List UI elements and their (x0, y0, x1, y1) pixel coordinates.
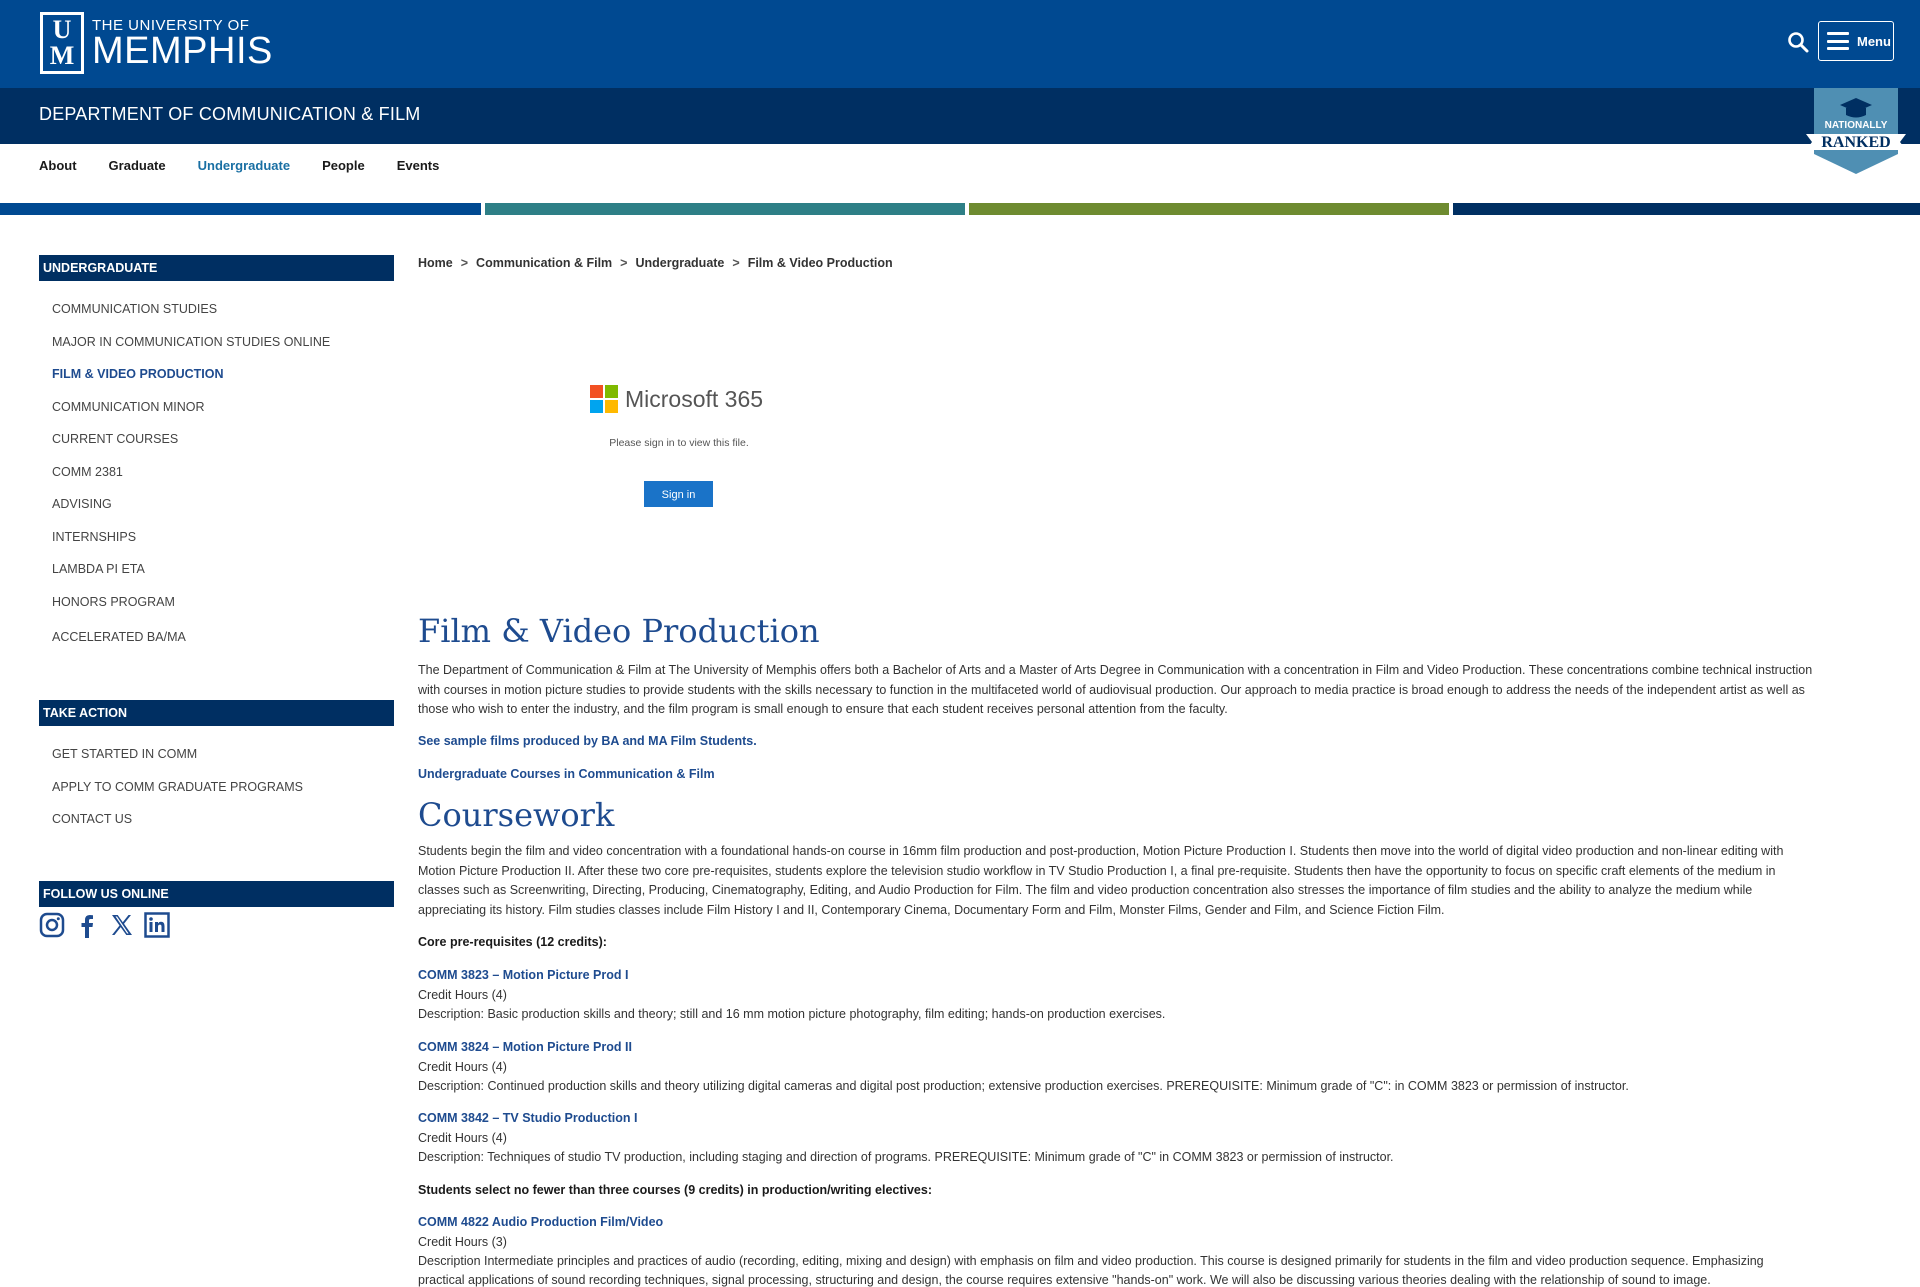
linkedin-icon[interactable] (144, 912, 170, 938)
course-hours: Credit Hours (4) (418, 988, 507, 1002)
department-title[interactable]: DEPARTMENT OF COMMUNICATION & FILM (39, 104, 420, 125)
intro-paragraph: The Department of Communication & Film a… (418, 663, 1813, 717)
course-title-comm-3842[interactable]: COMM 3842 – TV Studio Production I (418, 1111, 637, 1125)
color-bar-navy (1453, 203, 1920, 215)
instagram-icon[interactable] (39, 912, 65, 938)
breadcrumb-communication-film[interactable]: Communication & Film (476, 256, 612, 270)
core-prereq-label: Core pre-requisites (12 credits): (418, 935, 607, 949)
social-links (39, 912, 179, 938)
university-logo[interactable]: UM THE UNIVERSITY OF MEMPHIS (40, 11, 273, 75)
badge-bottom-text: RANKED (1821, 134, 1890, 151)
page-title: Film & Video Production (418, 612, 820, 650)
section-nav: About Graduate Undergraduate People Even… (39, 158, 471, 173)
nationally-ranked-badge: NATIONALLY RANKED (1806, 88, 1906, 174)
color-bar-blue (0, 203, 481, 215)
breadcrumb-home[interactable]: Home (418, 256, 453, 270)
x-twitter-icon[interactable] (109, 912, 135, 938)
logo-big-text: MEMPHIS (92, 30, 273, 72)
top-header: UM THE UNIVERSITY OF MEMPHIS Menu (0, 0, 1920, 88)
search-icon[interactable] (1784, 28, 1812, 56)
signin-message: Please sign in to view this file. (609, 437, 749, 449)
menu-button[interactable]: Menu (1818, 21, 1894, 61)
sidebar-item-film-video-production[interactable]: FILM & VIDEO PRODUCTION (52, 364, 330, 397)
nav-people[interactable]: People (322, 158, 365, 173)
breadcrumb: Home > Communication & Film > Undergraduat… (418, 256, 893, 270)
microsoft-365-logo: Microsoft 365 (590, 385, 763, 413)
sidebar-item-communication-minor[interactable]: COMMUNICATION MINOR (52, 397, 330, 430)
decorative-color-bars (0, 203, 1920, 215)
embedded-document-frame: Microsoft 365 Please sign in to view thi… (418, 370, 938, 530)
breadcrumb-undergraduate[interactable]: Undergraduate (635, 256, 724, 270)
sidebar-item-apply-graduate[interactable]: APPLY TO COMM GRADUATE PROGRAMS (52, 777, 303, 810)
sidebar-take-action-list: GET STARTED IN COMM APPLY TO COMM GRADUA… (52, 744, 303, 842)
course-description-continued: practical applications of sound recordin… (418, 1273, 1711, 1287)
course-description: Description: Techniques of studio TV pro… (418, 1150, 1394, 1164)
sidebar-heading-follow: FOLLOW US ONLINE (39, 881, 394, 907)
color-bar-olive (969, 203, 1449, 215)
sidebar-item-get-started[interactable]: GET STARTED IN COMM (52, 744, 303, 777)
course-description: Description: Basic production skills and… (418, 1007, 1166, 1021)
coursework-heading: Coursework (418, 796, 615, 834)
nav-undergraduate[interactable]: Undergraduate (198, 158, 290, 173)
sidebar-item-honors-program[interactable]: HONORS PROGRAM (52, 592, 330, 625)
coursework-paragraph: Students begin the film and video concen… (418, 844, 1784, 918)
color-bar-teal (485, 203, 965, 215)
course-title-comm-3823[interactable]: COMM 3823 – Motion Picture Prod I (418, 968, 628, 982)
badge-top-text: NATIONALLY (1825, 120, 1888, 131)
sidebar-item-major-online[interactable]: MAJOR IN COMMUNICATION STUDIES ONLINE (52, 332, 330, 365)
hamburger-icon (1827, 32, 1849, 50)
undergrad-courses-link[interactable]: Undergraduate Courses in Communication &… (418, 767, 715, 781)
nav-graduate[interactable]: Graduate (109, 158, 166, 173)
menu-label: Menu (1857, 33, 1891, 49)
sidebar-heading-take-action: TAKE ACTION (39, 700, 394, 726)
course-hours: Credit Hours (4) (418, 1131, 507, 1145)
course-title-comm-4822[interactable]: COMM 4822 Audio Production Film/Video (418, 1215, 663, 1229)
sidebar-item-contact-us[interactable]: CONTACT US (52, 809, 303, 842)
sidebar-item-communication-studies[interactable]: COMMUNICATION STUDIES (52, 299, 330, 332)
sign-in-button[interactable]: Sign in (644, 481, 713, 507)
course-description: Description: Continued production skills… (418, 1079, 1629, 1093)
course-description: Description Intermediate principles and … (418, 1254, 1764, 1268)
microsoft-365-text: Microsoft 365 (625, 385, 764, 412)
breadcrumb-current: Film & Video Production (747, 256, 893, 270)
facebook-icon[interactable] (74, 912, 100, 938)
sidebar-item-comm-2381[interactable]: COMM 2381 (52, 462, 330, 495)
nav-about[interactable]: About (39, 158, 77, 173)
department-bar: DEPARTMENT OF COMMUNICATION & FILM (0, 88, 1920, 144)
nav-events[interactable]: Events (397, 158, 440, 173)
sidebar-item-advising[interactable]: ADVISING (52, 494, 330, 527)
sidebar-undergraduate-list: COMMUNICATION STUDIES MAJOR IN COMMUNICA… (52, 299, 330, 660)
course-hours: Credit Hours (4) (418, 1060, 507, 1074)
sample-films-link[interactable]: See sample films produced by BA and MA F… (418, 734, 757, 748)
electives-label: Students select no fewer than three cour… (418, 1183, 933, 1197)
sidebar-item-current-courses[interactable]: CURRENT COURSES (52, 429, 330, 462)
um-logo-mark: UM (40, 12, 84, 74)
course-hours: Credit Hours (3) (418, 1235, 507, 1249)
sidebar-item-internships[interactable]: INTERNSHIPS (52, 527, 330, 560)
course-title-comm-3824[interactable]: COMM 3824 – Motion Picture Prod II (418, 1040, 632, 1054)
sidebar-item-accelerated-ba-ma[interactable]: ACCELERATED BA/MA (52, 627, 330, 660)
sidebar-heading-undergraduate: UNDERGRADUATE (39, 255, 394, 281)
sidebar-item-lambda-pi-eta[interactable]: LAMBDA PI ETA (52, 559, 330, 592)
microsoft-logo-icon (590, 385, 618, 413)
